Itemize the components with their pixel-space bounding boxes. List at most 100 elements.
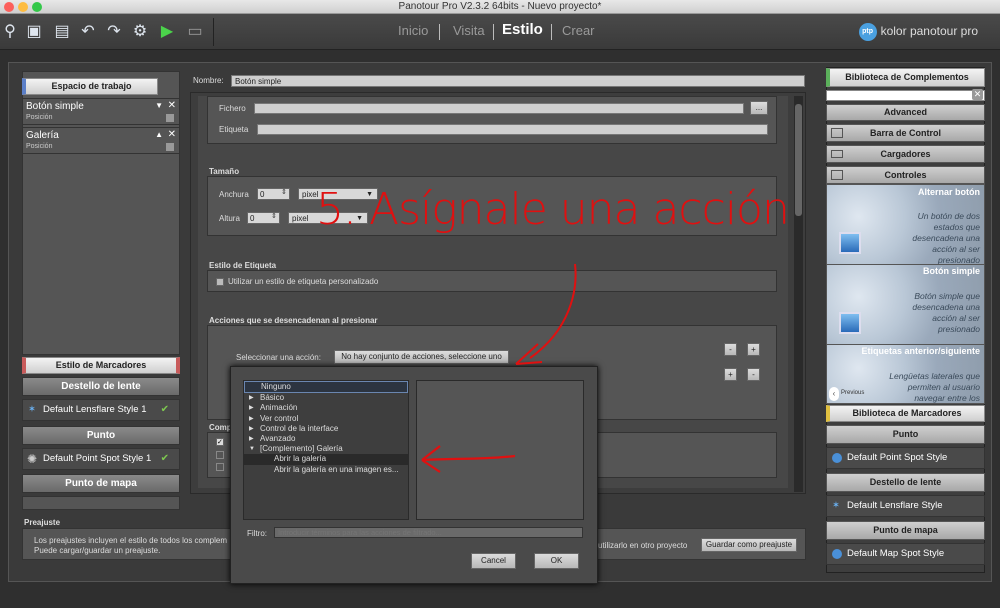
undo-icon[interactable]: ↶ <box>78 22 98 42</box>
marker-category-mapa[interactable]: Punto de mapa <box>22 474 180 493</box>
add-action-button[interactable]: + <box>747 343 760 356</box>
marker-style-lensflare[interactable]: ✶ Default Lensflare Style 1 ✔ <box>22 399 180 421</box>
scrollbar-thumb[interactable] <box>795 104 802 216</box>
preview-simple-button[interactable]: Botón simple Botón simple que desencaden… <box>826 264 985 345</box>
name-label: Nombre: <box>193 76 224 85</box>
button-preview-icon <box>839 232 861 254</box>
minimize-window-button[interactable] <box>18 2 28 12</box>
preview-title: Alternar botón <box>918 187 980 197</box>
file-field[interactable] <box>254 103 744 114</box>
tree-item[interactable]: ▶ Control de la interface <box>244 424 408 434</box>
marker-lib-cat-lensflare[interactable]: Destello de lente <box>826 473 985 492</box>
toolbar: ⚲ ▣ ▤ ↶ ↷ ⚙ ▶ ▭ Inicio Visita Estilo Cre… <box>0 14 1000 50</box>
button-preview-icon <box>839 312 861 334</box>
tree-item[interactable]: Ninguno <box>244 381 408 394</box>
add-image-icon[interactable]: ▤ <box>52 22 72 42</box>
workspace-item-boton-simple[interactable]: Botón simple Posición ▼ ✕ <box>22 98 180 125</box>
expand-right-icon[interactable]: ▶ <box>249 414 254 424</box>
marker-lib-cat-mapa[interactable]: Punto de mapa <box>826 521 985 540</box>
cancel-button[interactable]: Cancel <box>471 553 516 569</box>
tree-item[interactable]: ▼ [Complemento] Galería <box>244 444 408 454</box>
marker-lib-lensflare-style[interactable]: ✶ Default Lensflare Style <box>826 495 985 517</box>
workspace-item-sub: Posición <box>26 143 53 150</box>
expand-down-icon[interactable]: ▼ <box>249 444 255 454</box>
remove-action-button[interactable]: - <box>724 343 737 356</box>
comp-checkbox-3[interactable] <box>216 463 224 471</box>
controls-icon <box>831 170 843 180</box>
tree-item[interactable]: Abrir la galería <box>244 454 408 465</box>
library-cat-label: Controles <box>884 170 927 180</box>
add-action-button-2[interactable]: + <box>724 368 737 381</box>
expand-right-icon[interactable]: ▶ <box>249 403 254 413</box>
marker-category-punto[interactable]: Punto <box>22 426 180 445</box>
star-icon: ✶ <box>832 500 840 511</box>
tab-visita[interactable]: Visita <box>453 23 485 38</box>
expand-right-icon[interactable]: ▶ <box>249 434 254 444</box>
annotation-text: 5. Asígnale una acción <box>316 184 790 235</box>
library-advanced[interactable]: Advanced <box>826 104 985 121</box>
library-search-input[interactable] <box>826 90 985 101</box>
move-up-icon[interactable]: ▲ <box>155 130 163 139</box>
stepper-arrows-icon[interactable]: ⇕ <box>281 188 287 196</box>
library-cat-controles[interactable]: Controles <box>826 166 985 184</box>
zoom-window-button[interactable] <box>32 2 42 12</box>
filter-input[interactable] <box>274 527 583 538</box>
close-icon[interactable]: ✕ <box>168 129 176 140</box>
play-icon[interactable]: ▶ <box>157 22 177 42</box>
browse-button[interactable]: ... <box>750 101 768 115</box>
tree-item-label: Abrir la galería en una imagen es... <box>274 464 399 474</box>
expand-right-icon[interactable]: ▶ <box>249 424 254 434</box>
gear-icon[interactable]: ⚙ <box>130 22 150 42</box>
close-window-button[interactable] <box>4 2 14 12</box>
tab-inicio[interactable]: Inicio <box>398 23 428 38</box>
kolor-logo-icon: ptp <box>858 23 877 41</box>
map-spot-icon <box>832 549 842 559</box>
tab-crear[interactable]: Crear <box>562 23 595 38</box>
tab-estilo[interactable]: Estilo <box>502 21 543 38</box>
custom-label-checkbox[interactable] <box>216 278 224 286</box>
tree-item[interactable]: ▶ Animación <box>244 403 408 413</box>
library-cat-cargadores[interactable]: Cargadores <box>826 145 985 163</box>
preview-toggle-button[interactable]: Alternar botón Un botón de dos estados q… <box>826 184 985 265</box>
ok-button[interactable]: OK <box>534 553 579 569</box>
marker-lib-map-style[interactable]: Default Map Spot Style <box>826 543 985 565</box>
position-handle-icon[interactable] <box>166 114 174 122</box>
brand: ptp kolor panotour pro <box>858 23 978 41</box>
tree-item[interactable]: Abrir la galería en una imagen es... <box>244 465 408 475</box>
marker-library-header: Biblioteca de Marcadores <box>826 405 985 422</box>
name-field[interactable]: Botón simple <box>231 75 805 87</box>
label-field[interactable] <box>257 124 768 135</box>
expand-right-icon[interactable]: ▶ <box>249 393 254 403</box>
workspace-item-galeria[interactable]: Galería Posición ▲ ✕ <box>22 127 180 154</box>
close-icon[interactable]: ✕ <box>168 100 176 111</box>
position-handle-icon[interactable] <box>166 143 174 151</box>
comp-checkbox-2[interactable] <box>216 451 224 459</box>
stepper-arrows-icon[interactable]: ⇕ <box>271 212 277 220</box>
preview-title: Botón simple <box>922 266 980 276</box>
preview-title: Etiquetas anterior/siguiente <box>861 346 980 356</box>
workspace-item-sub: Posición <box>26 114 53 121</box>
marker-lib-point-style[interactable]: Default Point Spot Style <box>826 447 985 469</box>
comp-checkbox-1[interactable]: ✓ <box>216 438 224 446</box>
tree-item[interactable]: ▶ Básico <box>244 393 408 403</box>
open-icon[interactable]: ⚲ <box>0 22 20 42</box>
preview-prev-next[interactable]: Etiquetas anterior/siguiente ‹ Previous … <box>826 344 985 404</box>
marker-style-point[interactable]: ✺ Default Point Spot Style 1 ✔ <box>22 448 180 470</box>
save-preset-button[interactable]: Guardar como preajuste <box>701 538 797 552</box>
save-icon[interactable]: ▣ <box>24 22 44 42</box>
remove-action-button-2[interactable]: - <box>747 368 760 381</box>
chevron-left-icon: ‹ <box>829 387 839 401</box>
redo-icon[interactable]: ↷ <box>104 22 124 42</box>
clear-search-icon[interactable]: ✕ <box>972 89 983 100</box>
preset-text-3: utilizarlo en otro proyecto <box>598 541 688 550</box>
previous-label: Previous <box>841 390 865 396</box>
marker-lib-cat-punto[interactable]: Punto <box>826 425 985 444</box>
checkmark-icon: ✔ <box>160 453 169 464</box>
move-down-icon[interactable]: ▼ <box>155 101 163 110</box>
library-cat-barra[interactable]: Barra de Control <box>826 124 985 142</box>
tree-item[interactable]: ▶ Avanzado <box>244 434 408 444</box>
tree-item[interactable]: ▶ Ver control <box>244 414 408 424</box>
toolbar-divider <box>213 18 214 46</box>
marker-category-lensflare[interactable]: Destello de lente <box>22 377 180 396</box>
export-icon[interactable]: ▭ <box>185 22 205 42</box>
